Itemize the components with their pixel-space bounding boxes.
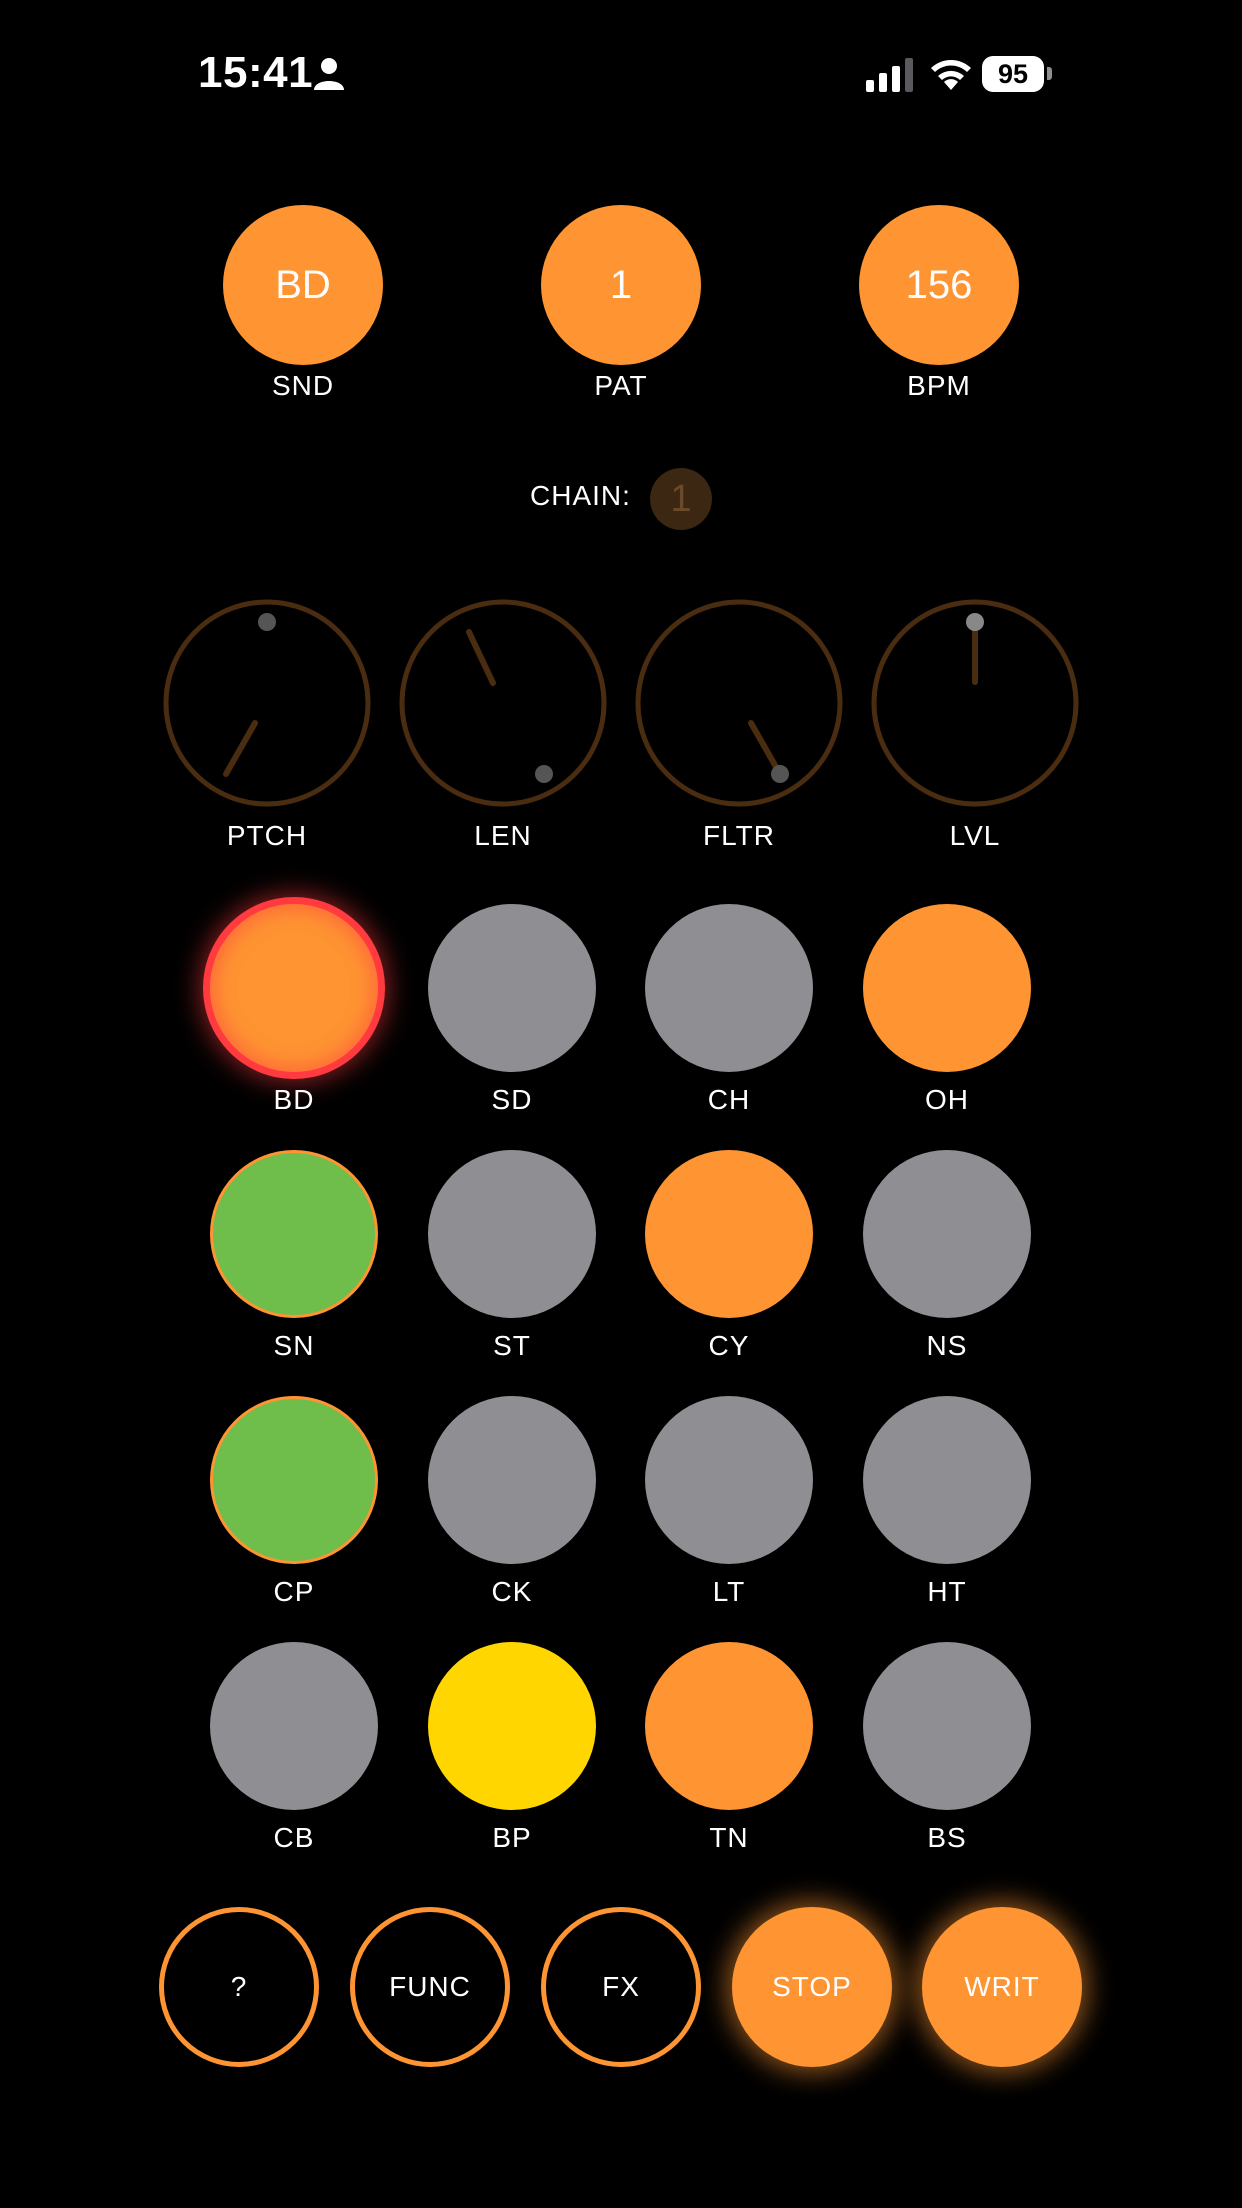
pad-sn[interactable]: [210, 1150, 378, 1318]
battery-nub: [1047, 67, 1052, 80]
pad-cp-label: CP: [273, 1576, 315, 1607]
pad-oh[interactable]: [863, 904, 1031, 1072]
pad-bd[interactable]: [210, 904, 378, 1072]
pad-ns-label: NS: [926, 1330, 968, 1361]
pad-bd-label: BD: [273, 1084, 315, 1115]
pad-tn[interactable]: [645, 1642, 813, 1810]
pad-cp[interactable]: [210, 1396, 378, 1564]
status-time: 15:41: [198, 48, 314, 97]
pad-sd[interactable]: [428, 904, 596, 1072]
pad-ck[interactable]: [428, 1396, 596, 1564]
pad-st[interactable]: [428, 1150, 596, 1318]
filter-knob-label: FLTR: [703, 820, 775, 851]
pad-tn-label: TN: [709, 1822, 749, 1853]
person-icon: [314, 58, 344, 90]
pitch-knob-label: PTCH: [226, 820, 308, 851]
write-button[interactable]: WRIT: [922, 1907, 1082, 2067]
pad-ht-label: HT: [927, 1576, 967, 1607]
bpm-select-button[interactable]: 156: [859, 205, 1019, 365]
pad-ns[interactable]: [863, 1150, 1031, 1318]
chain-value-button[interactable]: 1: [650, 468, 712, 530]
pad-cb-label: CB: [273, 1822, 315, 1853]
pad-ht[interactable]: [863, 1396, 1031, 1564]
pad-st-label: ST: [493, 1330, 531, 1361]
func-button[interactable]: FUNC: [350, 1907, 510, 2067]
pitch-knob[interactable]: [162, 598, 372, 808]
level-knob-label: LVL: [949, 820, 1001, 851]
length-knob[interactable]: [398, 598, 608, 808]
battery-icon: 95: [982, 56, 1044, 92]
pad-lt[interactable]: [645, 1396, 813, 1564]
pad-bp-label: BP: [492, 1822, 532, 1853]
bpm-select-label: BPM: [907, 370, 971, 401]
help-button[interactable]: ?: [159, 1907, 319, 2067]
pad-bp[interactable]: [428, 1642, 596, 1810]
pad-oh-label: OH: [925, 1084, 969, 1115]
pad-cy[interactable]: [645, 1150, 813, 1318]
sound-select-label: SND: [271, 370, 335, 401]
level-knob[interactable]: [870, 598, 1080, 808]
pad-bs-label: BS: [927, 1822, 967, 1853]
stop-button[interactable]: STOP: [732, 1907, 892, 2067]
wifi-icon: [931, 60, 971, 90]
pad-sn-label: SN: [273, 1330, 315, 1361]
pad-ck-label: CK: [491, 1576, 533, 1607]
pad-cy-label: CY: [708, 1330, 750, 1361]
chain-label: CHAIN:: [530, 480, 631, 511]
cellular-signal-icon: [866, 58, 913, 92]
pad-sd-label: SD: [491, 1084, 533, 1115]
pad-ch[interactable]: [645, 904, 813, 1072]
length-knob-label: LEN: [474, 820, 532, 851]
fx-button[interactable]: FX: [541, 1907, 701, 2067]
pad-bs[interactable]: [863, 1642, 1031, 1810]
filter-knob[interactable]: [634, 598, 844, 808]
pad-lt-label: LT: [712, 1576, 746, 1607]
pattern-select-label: PAT: [594, 370, 648, 401]
pattern-select-button[interactable]: 1: [541, 205, 701, 365]
pad-ch-label: CH: [707, 1084, 751, 1115]
drum-machine-screen: 15:41 95 BD SND 1 PAT 156 BPM CHAIN: 1 P…: [0, 0, 1242, 2208]
pad-cb[interactable]: [210, 1642, 378, 1810]
sound-select-button[interactable]: BD: [223, 205, 383, 365]
